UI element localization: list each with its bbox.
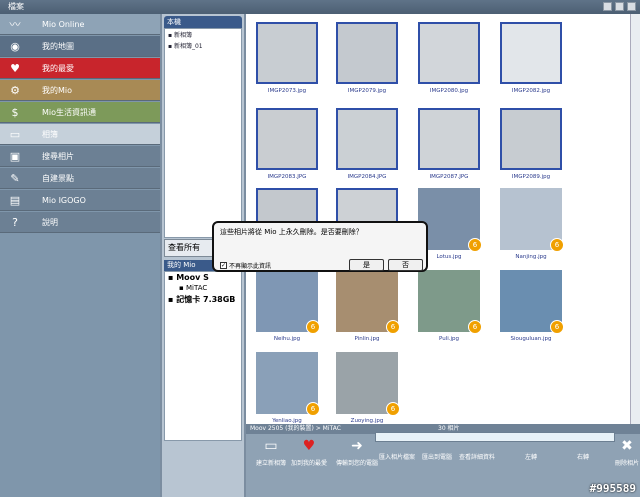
transfer-icon: ➜	[351, 438, 363, 454]
question-icon: ?	[12, 215, 18, 229]
photo-caption: Puli.jpg	[438, 336, 460, 342]
photo-thumbnail[interactable]	[336, 108, 398, 170]
photo-gallery: IMGP2073.jpg IMGP2079.jpg IMGP2080.jpg IMGP…	[246, 14, 630, 424]
gps-badge-icon: 6	[468, 238, 482, 252]
delete-confirm-dialog: 這些相片將從 Mio 上永久刪除。是否要刪除？ ✓ 不再顯示此資訊 是 否	[212, 221, 428, 272]
pencil-icon: ✎	[10, 171, 20, 185]
status-path: Moov 2505 (我的裝置) > MiTAC	[250, 425, 341, 432]
toolbar-button[interactable]: ↻右轉	[558, 452, 608, 461]
album-tree: ▪ 新相簿 ▪ 新相簿_01	[164, 28, 242, 238]
delete-photo-icon: ✖	[621, 438, 633, 454]
photo-thumbnail[interactable]	[500, 22, 562, 84]
toolbar-button[interactable]: ↺左轉	[506, 452, 556, 461]
photo-thumbnail[interactable]	[418, 22, 480, 84]
photo-caption: IMGP2089.jpg	[511, 174, 551, 180]
albums-header: 本機	[164, 16, 242, 28]
device-item[interactable]: ▪ 記憶卡 7.38GB	[165, 293, 241, 306]
photo-thumbnail[interactable]	[418, 108, 480, 170]
yes-button[interactable]: 是	[349, 259, 384, 271]
photo-caption: Nanjing.jpg	[515, 254, 547, 260]
toolbar-label: 刪除相片	[614, 460, 639, 467]
toolbar-button[interactable]: ▦查看詳細資料	[452, 452, 502, 461]
toolbar-button[interactable]: ♥ 加到我的最愛	[284, 436, 334, 467]
photo-album-icon: ▭	[9, 127, 21, 141]
photo-thumbnail[interactable]	[336, 22, 398, 84]
eye-icon: ◉	[10, 39, 20, 53]
gallery-scrollbar[interactable]	[630, 14, 640, 424]
toolbar-label: 左轉	[524, 454, 537, 461]
photo-caption: Pinlin.jpg	[354, 336, 380, 342]
gps-badge-icon: 6	[550, 238, 564, 252]
minimize-button[interactable]	[603, 2, 612, 11]
window-controls	[603, 2, 636, 11]
checkbox-box[interactable]: ✓	[220, 262, 227, 269]
gps-badge-icon: 6	[386, 402, 400, 416]
window-title: 檔案	[8, 2, 24, 11]
toolbar-label: 查看詳細資料	[458, 454, 495, 461]
camera-icon: ▣	[9, 149, 21, 163]
book-icon: ▤	[9, 193, 21, 207]
gps-badge-icon: 6	[306, 402, 320, 416]
sidebar-item-search-photos[interactable]: ▣ 搜尋相片	[0, 146, 160, 167]
watermark: #995589	[589, 482, 636, 495]
sidebar-item-help[interactable]: ? 說明	[0, 212, 160, 233]
album-item[interactable]: ▪ 新相簿	[165, 29, 241, 40]
sidebar-item-mio-online[interactable]: 〰 Mio Online	[0, 14, 160, 35]
toolbar-label: 右轉	[576, 454, 589, 461]
photo-thumbnail[interactable]	[500, 108, 562, 170]
sidebar: 〰 Mio Online ◉ 我的地圖 ♥ 我的最愛 ⚙ 我的Mio $ Mio生活資訊通…	[0, 14, 160, 497]
close-button[interactable]	[627, 2, 636, 11]
device-item[interactable]: ▪ Moov S	[165, 272, 241, 283]
zoom-slider[interactable]	[375, 432, 615, 442]
no-button[interactable]: 否	[388, 259, 423, 271]
gps-badge-icon: 6	[468, 320, 482, 334]
sidebar-item-my-map[interactable]: ◉ 我的地圖	[0, 36, 160, 57]
photo-thumbnail[interactable]	[256, 108, 318, 170]
sidebar-item-life-info[interactable]: $ Mio生活資訊通	[0, 102, 160, 123]
sidebar-item-favorites[interactable]: ♥ 我的最愛	[0, 58, 160, 79]
photo-caption: IMGP2082.jpg	[511, 88, 551, 94]
sidebar-item-my-mio[interactable]: ⚙ 我的Mio	[0, 80, 160, 101]
device-item[interactable]: ▪ MiTAC	[165, 283, 241, 293]
signature-icon: 〰	[9, 18, 21, 31]
album-item[interactable]: ▪ 新相簿_01	[165, 40, 241, 51]
gps-badge-icon: 6	[386, 320, 400, 334]
window-titlebar: 檔案	[0, 0, 640, 14]
toolbar-label: 加到我的最愛	[290, 460, 327, 467]
checkbox-label: 不再顯示此資訊	[229, 263, 272, 270]
sidebar-item-album[interactable]: ▭ 相簿	[0, 124, 160, 145]
photo-caption: IMGP2079.jpg	[347, 88, 387, 94]
dont-show-again-checkbox[interactable]: ✓ 不再顯示此資訊	[220, 261, 271, 270]
heart-icon: ♥	[10, 61, 20, 75]
gps-badge-icon: 6	[550, 320, 564, 334]
gear-icon: ⚙	[10, 83, 20, 97]
photo-caption: IMGP2083.JPG	[267, 174, 307, 180]
dialog-message: 這些相片將從 Mio 上永久刪除。是否要刪除？	[220, 228, 363, 236]
device-tree: ▪ Moov S ▪ MiTAC ▪ 記憶卡 7.38GB	[164, 271, 242, 441]
new-album-icon: ▭	[264, 438, 278, 454]
dollar-icon: $	[11, 105, 19, 119]
photo-thumbnail[interactable]	[256, 22, 318, 84]
photo-caption: IMGP2080.jpg	[429, 88, 469, 94]
photo-toolbar: ▭建立新相簿♥加到我的最愛➜傳輸到您的電腦▥匯入相片檔案▤匯出到電腦▦查看詳細資…	[246, 434, 640, 497]
gps-badge-icon: 6	[306, 320, 320, 334]
maximize-button[interactable]	[615, 2, 624, 11]
photo-caption: IMGP2084.JPG	[347, 174, 387, 180]
photo-caption: Siouguluan.jpg	[510, 336, 552, 342]
photo-caption: IMGP2073.jpg	[267, 88, 307, 94]
sidebar-item-igogo[interactable]: ▤ Mio IGOGO	[0, 190, 160, 211]
photo-caption: IMGP2087.JPG	[429, 174, 469, 180]
add-favorite-icon: ♥	[302, 438, 316, 454]
sidebar-item-custom-poi[interactable]: ✎ 自建景點	[0, 168, 160, 189]
photo-caption: Neihu.jpg	[273, 336, 301, 342]
